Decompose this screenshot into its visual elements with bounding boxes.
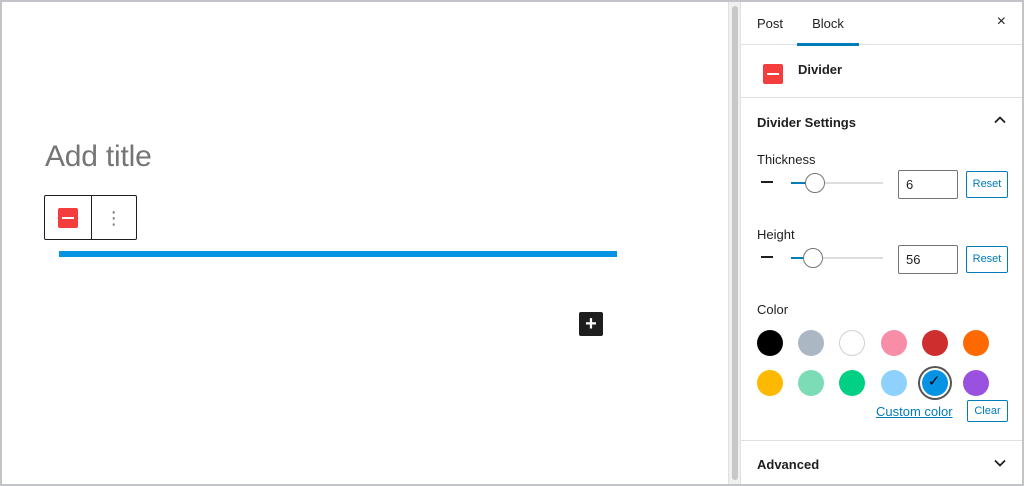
clear-color-button[interactable]: Clear	[967, 400, 1008, 422]
chevron-up-icon[interactable]	[992, 112, 1008, 128]
slider-thumb[interactable]	[804, 173, 825, 193]
sidebar-tabs: Post Block ×	[741, 2, 1022, 46]
color-label: Color	[757, 302, 789, 317]
minus-icon	[761, 256, 773, 258]
block-toolbar: ⋮	[44, 195, 137, 240]
height-input[interactable]	[898, 245, 958, 274]
divider-settings-panel: Divider Settings Thickness Reset Height …	[741, 98, 1022, 441]
tab-post[interactable]: Post	[757, 2, 783, 45]
settings-sidebar: Post Block × Divider Divider Settings Th…	[740, 2, 1022, 484]
block-options-button[interactable]: ⋮	[90, 196, 137, 239]
color-swatch-luminous-vivid-amber[interactable]	[757, 370, 783, 396]
divider-block[interactable]	[59, 251, 617, 257]
color-swatch-pale-pink[interactable]	[880, 330, 907, 356]
slider-thumb[interactable]	[803, 248, 824, 268]
block-inserter-button[interactable]: +	[579, 312, 603, 336]
more-vertical-icon: ⋮	[104, 207, 123, 228]
scrollbar-thumb[interactable]	[732, 6, 738, 480]
height-label: Height	[757, 227, 795, 242]
thickness-input[interactable]	[898, 170, 958, 199]
tab-block[interactable]: Block	[797, 2, 859, 46]
color-swatch-luminous-vivid-orange[interactable]	[963, 330, 989, 356]
check-icon: ✓	[927, 373, 941, 390]
block-type-button[interactable]	[45, 196, 91, 239]
color-swatch-pale-cyan-blue[interactable]	[880, 370, 907, 396]
color-swatch-black[interactable]	[757, 330, 783, 356]
color-swatch-vivid-cyan-blue[interactable]: ✓	[921, 370, 948, 396]
color-swatch-vivid-green-cyan[interactable]	[839, 370, 866, 396]
plus-icon: +	[585, 313, 597, 335]
color-swatch-light-green-cyan[interactable]	[798, 370, 825, 396]
divider-icon	[57, 207, 78, 228]
block-name: Divider	[798, 62, 843, 77]
height-slider[interactable]	[791, 248, 883, 268]
divider-icon	[763, 64, 783, 84]
advanced-panel: Advanced	[741, 441, 1022, 485]
minus-icon	[761, 181, 773, 183]
thickness-slider[interactable]	[791, 173, 883, 193]
block-card: Divider	[741, 45, 1022, 98]
post-title-input[interactable]: Add title	[45, 140, 152, 174]
panel-title[interactable]: Divider Settings	[757, 115, 856, 130]
color-swatch-vivid-purple[interactable]	[963, 370, 989, 396]
color-swatch-white[interactable]	[839, 330, 866, 356]
thickness-reset-button[interactable]: Reset	[966, 171, 1008, 198]
editor-canvas: Add title ⋮ +	[2, 2, 728, 484]
color-swatch-cyan-bluish-gray[interactable]	[798, 330, 825, 356]
thickness-label: Thickness	[757, 152, 816, 167]
panel-title[interactable]: Advanced	[757, 457, 819, 472]
custom-color-link[interactable]: Custom color	[876, 404, 953, 419]
chevron-down-icon[interactable]	[992, 455, 1008, 471]
height-reset-button[interactable]: Reset	[966, 246, 1008, 273]
color-swatch-vivid-red[interactable]	[921, 330, 948, 356]
editor-scrollbar[interactable]	[728, 2, 740, 484]
close-icon[interactable]: ×	[997, 14, 1006, 30]
